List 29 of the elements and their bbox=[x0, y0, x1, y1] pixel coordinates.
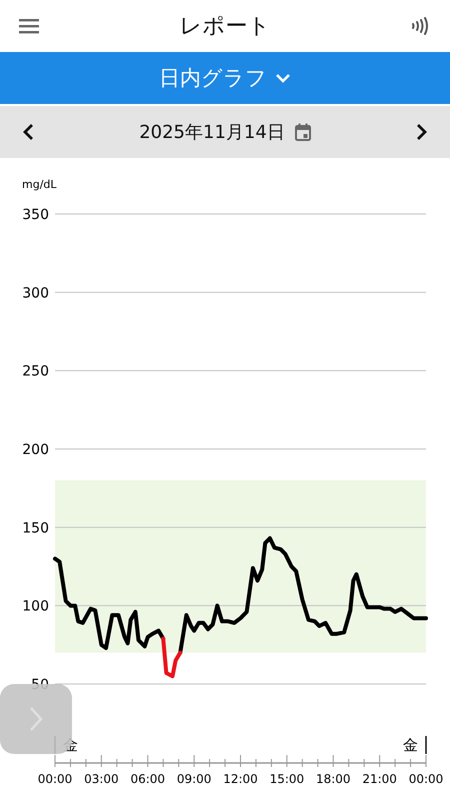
day-label: 金 bbox=[63, 736, 78, 754]
next-day-icon[interactable] bbox=[416, 123, 428, 141]
day-label: 金 bbox=[403, 736, 418, 754]
y-axis-label: 250 bbox=[22, 364, 49, 380]
y-axis-label: 100 bbox=[22, 598, 49, 615]
x-axis-label: 21:00 bbox=[362, 772, 397, 786]
x-axis-label: 06:00 bbox=[130, 772, 166, 786]
y-axis-label: 300 bbox=[22, 285, 49, 302]
date-label: 2025年11月14日 bbox=[139, 121, 285, 144]
calendar-icon[interactable] bbox=[294, 123, 311, 141]
x-axis-label: 12:00 bbox=[223, 772, 258, 786]
previous-day-icon[interactable] bbox=[22, 123, 34, 141]
nfc-scan-icon[interactable] bbox=[411, 17, 431, 35]
view-selector[interactable]: 日内グラフ bbox=[0, 52, 450, 104]
y-axis-label: 150 bbox=[22, 520, 49, 536]
y-axis-label: 50 bbox=[31, 677, 49, 693]
x-axis-label: 03:00 bbox=[84, 772, 119, 786]
x-axis-label: 00:00 bbox=[408, 772, 444, 786]
x-axis-label: 18:00 bbox=[316, 772, 351, 786]
chevron-down-icon bbox=[275, 72, 291, 84]
menu-icon[interactable] bbox=[19, 18, 39, 34]
x-axis-label: 00:00 bbox=[38, 772, 72, 786]
x-axis-label: 15:00 bbox=[270, 772, 304, 786]
y-axis-unit: mg/dL bbox=[22, 178, 57, 191]
y-axis-label: 200 bbox=[22, 442, 49, 458]
y-axis-label: 350 bbox=[22, 207, 49, 223]
day-boundary-line bbox=[425, 736, 427, 754]
x-axis-label: 09:00 bbox=[176, 772, 212, 786]
page-title: レポート bbox=[180, 13, 270, 41]
